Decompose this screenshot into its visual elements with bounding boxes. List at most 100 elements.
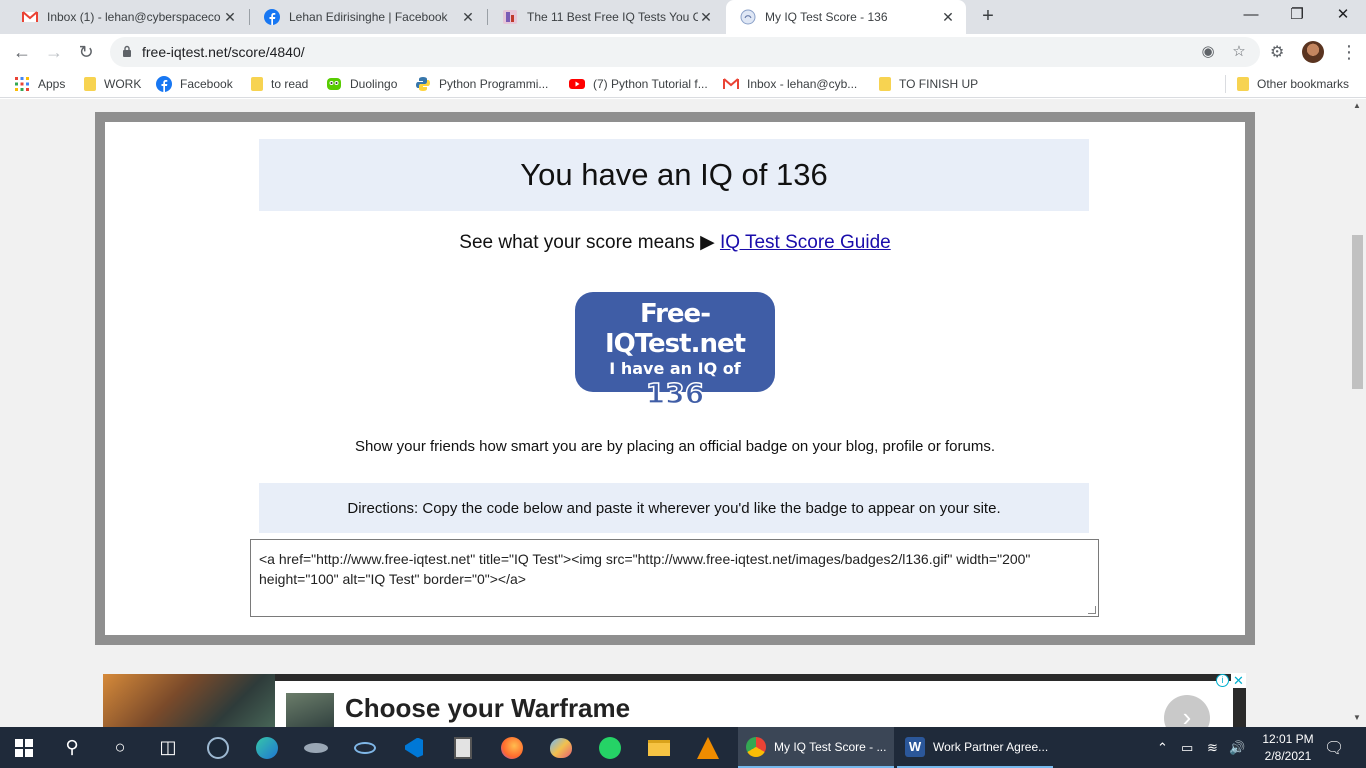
python-icon bbox=[416, 77, 430, 91]
scroll-up-icon[interactable]: ▲ bbox=[1353, 101, 1361, 110]
bookmark-work[interactable]: WORK bbox=[82, 75, 141, 93]
scroll-thumb[interactable] bbox=[1352, 235, 1363, 389]
page-title: You have an IQ of 136 bbox=[520, 157, 828, 192]
ad-close-icon[interactable]: ✕ bbox=[1231, 673, 1246, 688]
vlc-icon[interactable] bbox=[684, 727, 732, 768]
steam-icon[interactable] bbox=[194, 727, 242, 768]
tab-facebook[interactable]: Lehan Edirisinghe | Facebook ✕ bbox=[250, 0, 486, 34]
tab-iq-score[interactable]: My IQ Test Score - 136 ✕ bbox=[726, 0, 966, 34]
bookmark-gmail-inbox[interactable]: Inbox - lehan@cyb... bbox=[723, 75, 857, 93]
bookmark-facebook[interactable]: Facebook bbox=[156, 75, 233, 93]
cortana-icon[interactable]: ○ bbox=[96, 727, 144, 768]
word-icon: W bbox=[905, 736, 925, 757]
extensions-icon[interactable]: ⚙ bbox=[1270, 42, 1288, 61]
bookmarks-bar: Apps WORK Facebook to read Duolingo Pyth… bbox=[0, 70, 1366, 98]
address-bar[interactable]: free-iqtest.net/score/4840/ ◉ ☆ bbox=[110, 37, 1260, 67]
reload-icon[interactable]: ↻ bbox=[74, 40, 98, 64]
file-explorer-icon[interactable] bbox=[635, 727, 683, 768]
close-icon[interactable]: ✕ bbox=[460, 9, 476, 26]
page-viewport: You have an IQ of 136 See what your scor… bbox=[0, 99, 1349, 727]
bookmark-label: Duolingo bbox=[350, 77, 398, 91]
taskbar-app-chrome[interactable]: My IQ Test Score - ... bbox=[738, 727, 894, 768]
close-icon[interactable]: ✕ bbox=[222, 9, 238, 26]
badge-caption: I have an IQ of bbox=[609, 359, 741, 378]
window-close-icon[interactable]: ✕ bbox=[1320, 0, 1366, 30]
task-view-icon[interactable]: ◫ bbox=[144, 727, 192, 768]
facebook-icon bbox=[156, 76, 172, 92]
folder-icon bbox=[251, 77, 263, 91]
bookmark-label: WORK bbox=[104, 77, 142, 91]
restore-icon[interactable]: ❐ bbox=[1274, 0, 1320, 30]
app-fish-icon[interactable] bbox=[292, 727, 340, 768]
ad-title: Choose your Warframe bbox=[345, 693, 631, 723]
notifications-icon[interactable]: 🗨 bbox=[1324, 727, 1344, 768]
forward-icon[interactable]: → bbox=[42, 40, 66, 64]
resize-handle[interactable] bbox=[1088, 606, 1096, 614]
new-tab-button[interactable]: + bbox=[977, 5, 999, 27]
heading-bar: You have an IQ of 136 bbox=[259, 139, 1089, 211]
tab-gmail-inbox[interactable]: Inbox (1) - lehan@cyberspaceco ✕ bbox=[8, 0, 248, 34]
eye-app-icon[interactable] bbox=[341, 727, 389, 768]
tray-chevron-up-icon[interactable]: ⌃ bbox=[1157, 727, 1168, 768]
gmail-icon bbox=[723, 78, 739, 89]
bookmark-label: Apps bbox=[38, 77, 66, 91]
menu-icon[interactable]: ⋮ bbox=[1340, 40, 1358, 64]
iq-badge: Free-IQTest.net I have an IQ of 136 bbox=[575, 292, 775, 409]
article-icon bbox=[503, 10, 517, 24]
duolingo-icon bbox=[327, 78, 341, 90]
scrollbar[interactable]: ▲ ▼ bbox=[1349, 99, 1366, 727]
back-icon[interactable]: ← bbox=[10, 40, 34, 64]
battery-icon[interactable]: ▭ bbox=[1181, 727, 1193, 768]
firefox-icon[interactable] bbox=[488, 727, 536, 768]
embed-code-textarea[interactable]: <a href="http://www.free-iqtest.net" tit… bbox=[250, 539, 1099, 617]
edge-icon[interactable] bbox=[243, 727, 291, 768]
vscode-icon[interactable] bbox=[390, 727, 438, 768]
ad-banner[interactable]: Choose your Warframe › bbox=[103, 674, 1246, 727]
chevron-right-icon[interactable]: › bbox=[1164, 695, 1210, 727]
tab-strip: Inbox (1) - lehan@cyberspaceco ✕ Lehan E… bbox=[0, 0, 1366, 34]
ad-info-icon[interactable]: i bbox=[1216, 674, 1229, 687]
minimize-icon[interactable]: — bbox=[1228, 0, 1274, 30]
share-text: Show your friends how smart you are by p… bbox=[354, 438, 996, 455]
wifi-icon[interactable]: ≋ bbox=[1207, 727, 1218, 768]
bookmark-label: TO FINISH UP bbox=[899, 77, 979, 91]
bookmark-label: Inbox - lehan@cyb... bbox=[747, 77, 858, 91]
score-guide-link[interactable]: IQ Test Score Guide bbox=[720, 232, 891, 253]
bookmark-label: Facebook bbox=[180, 77, 233, 91]
taskbar-app-word[interactable]: W Work Partner Agree... bbox=[897, 727, 1053, 768]
bookmark-to-finish-up[interactable]: TO FINISH UP bbox=[877, 75, 978, 93]
bookmark-label: to read bbox=[271, 77, 309, 91]
url-text: free-iqtest.net/score/4840/ bbox=[142, 44, 305, 60]
paint-icon[interactable] bbox=[537, 727, 585, 768]
tracking-blocked-icon[interactable]: ◉ bbox=[1199, 43, 1217, 61]
search-icon[interactable]: ⚲ bbox=[48, 727, 96, 768]
whatsapp-icon[interactable] bbox=[586, 727, 634, 768]
calculator-icon[interactable] bbox=[439, 727, 487, 768]
tab-iq-tests-article[interactable]: The 11 Best Free IQ Tests You Ca ✕ bbox=[488, 0, 724, 34]
score-guide-line: See what your score means ▶ IQ Test Scor… bbox=[105, 231, 1245, 254]
bookmark-apps[interactable]: Apps bbox=[14, 75, 65, 93]
folder-icon bbox=[1237, 77, 1249, 91]
bookmark-python-tutorial[interactable]: (7) Python Tutorial f... bbox=[569, 75, 708, 93]
embed-code-text: <a href="http://www.free-iqtest.net" tit… bbox=[259, 551, 1031, 587]
bookmark-python-programming[interactable]: Python Programmi... bbox=[415, 75, 548, 93]
bookmarks-divider bbox=[1225, 75, 1226, 93]
avatar[interactable] bbox=[1302, 41, 1324, 63]
close-icon[interactable]: ✕ bbox=[698, 9, 714, 26]
score-content: You have an IQ of 136 See what your scor… bbox=[105, 122, 1245, 635]
bookmark-other-bookmarks[interactable]: Other bookmarks bbox=[1235, 75, 1349, 93]
apps-grid-icon bbox=[15, 77, 29, 91]
windows-start-icon[interactable] bbox=[0, 727, 48, 768]
close-icon[interactable]: ✕ bbox=[940, 9, 956, 26]
taskbar: ⚲ ○ ◫ My IQ Test Score - ... W Work Part… bbox=[0, 727, 1366, 768]
bookmark-duolingo[interactable]: Duolingo bbox=[326, 75, 397, 93]
scroll-down-icon[interactable]: ▼ bbox=[1353, 713, 1361, 722]
system-clock[interactable]: 12:01 PM 2/8/2021 bbox=[1258, 731, 1318, 765]
bookmark-label: Other bookmarks bbox=[1257, 77, 1350, 91]
browser-toolbar: ← → ↻ free-iqtest.net/score/4840/ ◉ ☆ ⚙ … bbox=[0, 34, 1366, 70]
bookmark-to-read[interactable]: to read bbox=[249, 75, 308, 93]
star-icon[interactable]: ☆ bbox=[1230, 43, 1248, 61]
volume-icon[interactable]: 🔊 bbox=[1229, 727, 1245, 768]
score-frame: You have an IQ of 136 See what your scor… bbox=[95, 112, 1255, 645]
youtube-icon bbox=[569, 79, 585, 89]
